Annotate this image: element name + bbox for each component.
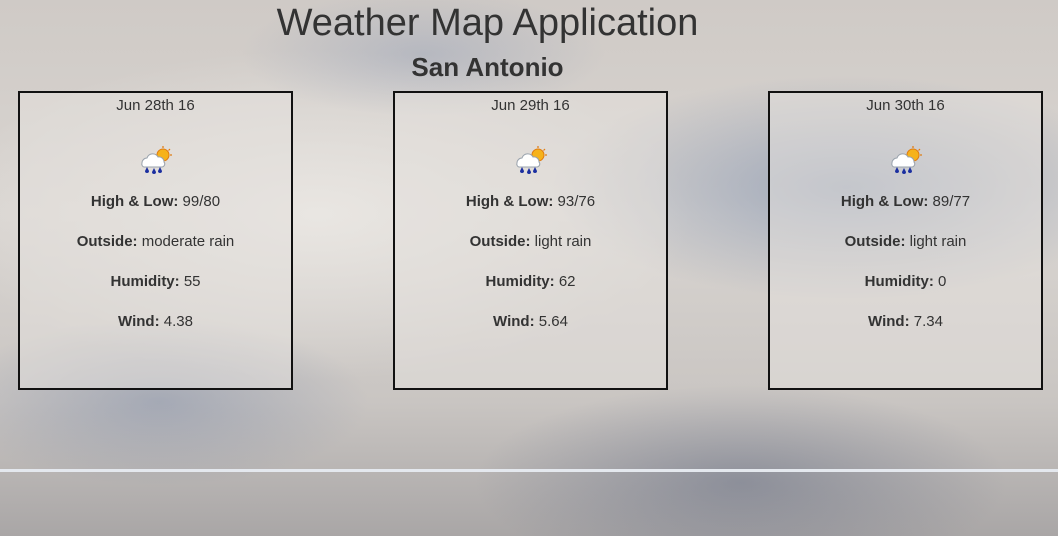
forecast-card: Jun 30th 16 High & Low: 89/77 Outside: l… — [768, 91, 1043, 390]
outside-value: moderate rain — [141, 233, 235, 250]
forecast-date: Jun 28th 16 — [116, 97, 195, 114]
outside-row: Outside: light rain — [395, 233, 666, 251]
humidity-row: Humidity: 0 — [770, 273, 1041, 291]
outside-value: light rain — [534, 233, 592, 250]
forecast-date: Jun 29th 16 — [491, 97, 570, 114]
humidity-value: 62 — [558, 273, 576, 290]
high-low-value: 99/80 — [182, 193, 221, 210]
humidity-label: Humidity: — [485, 273, 555, 290]
rain-sun-icon — [515, 146, 547, 174]
outside-row: Outside: moderate rain — [20, 233, 291, 251]
wind-label: Wind: — [493, 313, 535, 330]
outside-label: Outside: — [76, 233, 138, 250]
horizontal-divider — [0, 469, 1058, 472]
forecast-card: Jun 29th 16 High & Low: 93/76 Outside: l… — [393, 91, 668, 390]
high-low-row: High & Low: 89/77 — [770, 193, 1041, 211]
humidity-row: Humidity: 55 — [20, 273, 291, 291]
humidity-label: Humidity: — [110, 273, 180, 290]
wind-row: Wind: 4.38 — [20, 313, 291, 331]
city-name: San Antonio — [411, 52, 564, 82]
rain-sun-icon — [140, 146, 172, 174]
outside-row: Outside: light rain — [770, 233, 1041, 251]
high-low-value: 89/77 — [932, 193, 971, 210]
wind-value: 4.38 — [163, 313, 193, 330]
humidity-value: 55 — [183, 273, 201, 290]
high-low-label: High & Low: — [90, 193, 179, 210]
high-low-row: High & Low: 99/80 — [20, 193, 291, 211]
wind-row: Wind: 5.64 — [395, 313, 666, 331]
wind-label: Wind: — [868, 313, 910, 330]
rain-sun-icon — [890, 146, 922, 174]
wind-row: Wind: 7.34 — [770, 313, 1041, 331]
high-low-label: High & Low: — [465, 193, 554, 210]
forecast-card: Jun 28th 16 High & Low: 99/80 Outside: m… — [18, 91, 293, 390]
page-title: Weather Map Application — [276, 2, 699, 44]
humidity-value: 0 — [938, 273, 947, 290]
wind-label: Wind: — [118, 313, 160, 330]
outside-label: Outside: — [844, 233, 906, 250]
outside-value: light rain — [909, 233, 967, 250]
wind-value: 5.64 — [538, 313, 568, 330]
outside-label: Outside: — [469, 233, 531, 250]
humidity-label: Humidity: — [864, 273, 934, 290]
high-low-label: High & Low: — [840, 193, 929, 210]
forecast-date: Jun 30th 16 — [866, 97, 945, 114]
wind-value: 7.34 — [913, 313, 943, 330]
humidity-row: Humidity: 62 — [395, 273, 666, 291]
high-low-row: High & Low: 93/76 — [395, 193, 666, 211]
high-low-value: 93/76 — [557, 193, 596, 210]
